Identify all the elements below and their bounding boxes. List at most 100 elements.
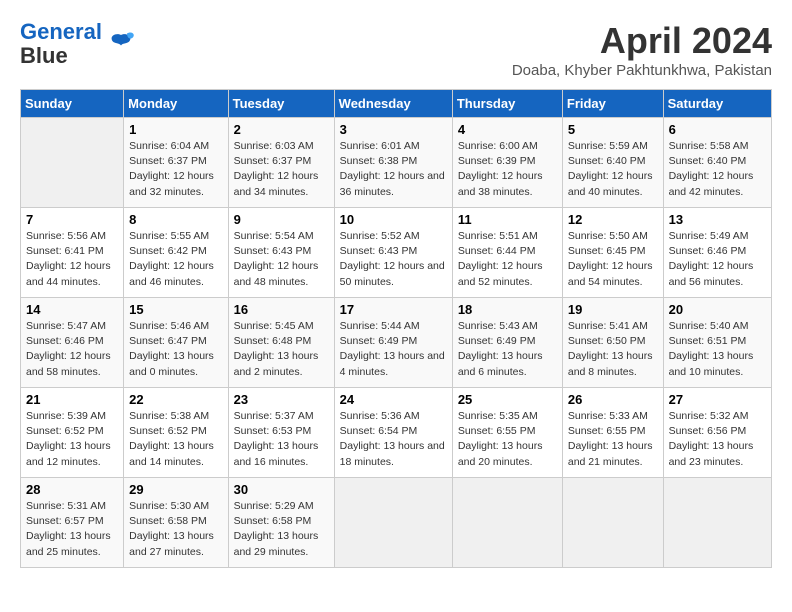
day-number: 12	[568, 212, 658, 227]
day-number: 18	[458, 302, 557, 317]
weekday-header: Saturday	[663, 90, 771, 118]
day-number: 20	[669, 302, 766, 317]
day-info: Sunrise: 5:49 AM Sunset: 6:46 PM Dayligh…	[669, 229, 766, 290]
calendar-cell: 26 Sunrise: 5:33 AM Sunset: 6:55 PM Dayl…	[562, 388, 663, 478]
calendar-cell: 12 Sunrise: 5:50 AM Sunset: 6:45 PM Dayl…	[562, 208, 663, 298]
calendar-cell: 10 Sunrise: 5:52 AM Sunset: 6:43 PM Dayl…	[334, 208, 452, 298]
calendar-cell: 9 Sunrise: 5:54 AM Sunset: 6:43 PM Dayli…	[228, 208, 334, 298]
logo-text: General Blue	[20, 20, 102, 68]
calendar-table: SundayMondayTuesdayWednesdayThursdayFrid…	[20, 89, 772, 568]
day-number: 29	[129, 482, 222, 497]
day-info: Sunrise: 5:32 AM Sunset: 6:56 PM Dayligh…	[669, 409, 766, 470]
calendar-cell: 14 Sunrise: 5:47 AM Sunset: 6:46 PM Dayl…	[21, 298, 124, 388]
day-number: 30	[234, 482, 329, 497]
day-number: 11	[458, 212, 557, 227]
day-info: Sunrise: 5:50 AM Sunset: 6:45 PM Dayligh…	[568, 229, 658, 290]
calendar-cell: 11 Sunrise: 5:51 AM Sunset: 6:44 PM Dayl…	[452, 208, 562, 298]
day-info: Sunrise: 5:31 AM Sunset: 6:57 PM Dayligh…	[26, 499, 118, 560]
day-number: 15	[129, 302, 222, 317]
calendar-cell: 21 Sunrise: 5:39 AM Sunset: 6:52 PM Dayl…	[21, 388, 124, 478]
day-info: Sunrise: 5:54 AM Sunset: 6:43 PM Dayligh…	[234, 229, 329, 290]
calendar-cell: 4 Sunrise: 6:00 AM Sunset: 6:39 PM Dayli…	[452, 118, 562, 208]
day-info: Sunrise: 5:59 AM Sunset: 6:40 PM Dayligh…	[568, 139, 658, 200]
day-info: Sunrise: 5:36 AM Sunset: 6:54 PM Dayligh…	[340, 409, 447, 470]
weekday-header: Sunday	[21, 90, 124, 118]
calendar-cell: 5 Sunrise: 5:59 AM Sunset: 6:40 PM Dayli…	[562, 118, 663, 208]
day-number: 9	[234, 212, 329, 227]
day-number: 21	[26, 392, 118, 407]
day-number: 24	[340, 392, 447, 407]
calendar-cell: 19 Sunrise: 5:41 AM Sunset: 6:50 PM Dayl…	[562, 298, 663, 388]
day-info: Sunrise: 5:55 AM Sunset: 6:42 PM Dayligh…	[129, 229, 222, 290]
calendar-cell: 24 Sunrise: 5:36 AM Sunset: 6:54 PM Dayl…	[334, 388, 452, 478]
day-info: Sunrise: 5:39 AM Sunset: 6:52 PM Dayligh…	[26, 409, 118, 470]
day-info: Sunrise: 5:30 AM Sunset: 6:58 PM Dayligh…	[129, 499, 222, 560]
day-number: 10	[340, 212, 447, 227]
calendar-cell	[663, 478, 771, 568]
weekday-header: Friday	[562, 90, 663, 118]
calendar-cell: 22 Sunrise: 5:38 AM Sunset: 6:52 PM Dayl…	[124, 388, 228, 478]
day-info: Sunrise: 5:38 AM Sunset: 6:52 PM Dayligh…	[129, 409, 222, 470]
month-title: April 2024	[512, 20, 772, 62]
day-info: Sunrise: 6:01 AM Sunset: 6:38 PM Dayligh…	[340, 139, 447, 200]
calendar-cell	[562, 478, 663, 568]
day-number: 22	[129, 392, 222, 407]
day-number: 3	[340, 122, 447, 137]
calendar-cell: 23 Sunrise: 5:37 AM Sunset: 6:53 PM Dayl…	[228, 388, 334, 478]
day-number: 6	[669, 122, 766, 137]
weekday-header: Thursday	[452, 90, 562, 118]
day-info: Sunrise: 5:40 AM Sunset: 6:51 PM Dayligh…	[669, 319, 766, 380]
calendar-cell: 27 Sunrise: 5:32 AM Sunset: 6:56 PM Dayl…	[663, 388, 771, 478]
day-number: 27	[669, 392, 766, 407]
calendar-cell: 2 Sunrise: 6:03 AM Sunset: 6:37 PM Dayli…	[228, 118, 334, 208]
logo: General Blue	[20, 20, 136, 68]
day-number: 5	[568, 122, 658, 137]
day-info: Sunrise: 5:56 AM Sunset: 6:41 PM Dayligh…	[26, 229, 118, 290]
weekday-header: Wednesday	[334, 90, 452, 118]
calendar-cell: 18 Sunrise: 5:43 AM Sunset: 6:49 PM Dayl…	[452, 298, 562, 388]
day-number: 4	[458, 122, 557, 137]
calendar-week-row: 14 Sunrise: 5:47 AM Sunset: 6:46 PM Dayl…	[21, 298, 772, 388]
calendar-week-row: 7 Sunrise: 5:56 AM Sunset: 6:41 PM Dayli…	[21, 208, 772, 298]
day-number: 14	[26, 302, 118, 317]
day-number: 8	[129, 212, 222, 227]
calendar-cell	[21, 118, 124, 208]
day-info: Sunrise: 5:35 AM Sunset: 6:55 PM Dayligh…	[458, 409, 557, 470]
calendar-cell: 15 Sunrise: 5:46 AM Sunset: 6:47 PM Dayl…	[124, 298, 228, 388]
day-number: 28	[26, 482, 118, 497]
day-number: 19	[568, 302, 658, 317]
day-info: Sunrise: 5:46 AM Sunset: 6:47 PM Dayligh…	[129, 319, 222, 380]
calendar-cell: 17 Sunrise: 5:44 AM Sunset: 6:49 PM Dayl…	[334, 298, 452, 388]
calendar-cell: 16 Sunrise: 5:45 AM Sunset: 6:48 PM Dayl…	[228, 298, 334, 388]
calendar-cell: 6 Sunrise: 5:58 AM Sunset: 6:40 PM Dayli…	[663, 118, 771, 208]
calendar-cell: 13 Sunrise: 5:49 AM Sunset: 6:46 PM Dayl…	[663, 208, 771, 298]
day-number: 1	[129, 122, 222, 137]
day-info: Sunrise: 5:45 AM Sunset: 6:48 PM Dayligh…	[234, 319, 329, 380]
location-subtitle: Doaba, Khyber Pakhtunkhwa, Pakistan	[512, 62, 772, 79]
day-info: Sunrise: 6:04 AM Sunset: 6:37 PM Dayligh…	[129, 139, 222, 200]
day-info: Sunrise: 5:47 AM Sunset: 6:46 PM Dayligh…	[26, 319, 118, 380]
day-info: Sunrise: 5:58 AM Sunset: 6:40 PM Dayligh…	[669, 139, 766, 200]
day-number: 7	[26, 212, 118, 227]
day-number: 13	[669, 212, 766, 227]
day-info: Sunrise: 5:29 AM Sunset: 6:58 PM Dayligh…	[234, 499, 329, 560]
day-number: 17	[340, 302, 447, 317]
day-info: Sunrise: 6:00 AM Sunset: 6:39 PM Dayligh…	[458, 139, 557, 200]
day-info: Sunrise: 6:03 AM Sunset: 6:37 PM Dayligh…	[234, 139, 329, 200]
calendar-cell: 28 Sunrise: 5:31 AM Sunset: 6:57 PM Dayl…	[21, 478, 124, 568]
calendar-cell	[452, 478, 562, 568]
calendar-cell: 30 Sunrise: 5:29 AM Sunset: 6:58 PM Dayl…	[228, 478, 334, 568]
calendar-cell: 25 Sunrise: 5:35 AM Sunset: 6:55 PM Dayl…	[452, 388, 562, 478]
calendar-cell	[334, 478, 452, 568]
calendar-week-row: 1 Sunrise: 6:04 AM Sunset: 6:37 PM Dayli…	[21, 118, 772, 208]
day-info: Sunrise: 5:52 AM Sunset: 6:43 PM Dayligh…	[340, 229, 447, 290]
calendar-cell: 7 Sunrise: 5:56 AM Sunset: 6:41 PM Dayli…	[21, 208, 124, 298]
day-info: Sunrise: 5:44 AM Sunset: 6:49 PM Dayligh…	[340, 319, 447, 380]
calendar-cell: 29 Sunrise: 5:30 AM Sunset: 6:58 PM Dayl…	[124, 478, 228, 568]
calendar-cell: 8 Sunrise: 5:55 AM Sunset: 6:42 PM Dayli…	[124, 208, 228, 298]
calendar-cell: 1 Sunrise: 6:04 AM Sunset: 6:37 PM Dayli…	[124, 118, 228, 208]
title-block: April 2024 Doaba, Khyber Pakhtunkhwa, Pa…	[512, 20, 772, 79]
calendar-cell: 3 Sunrise: 6:01 AM Sunset: 6:38 PM Dayli…	[334, 118, 452, 208]
page-header: General Blue April 2024 Doaba, Khyber Pa…	[20, 20, 772, 79]
day-number: 25	[458, 392, 557, 407]
